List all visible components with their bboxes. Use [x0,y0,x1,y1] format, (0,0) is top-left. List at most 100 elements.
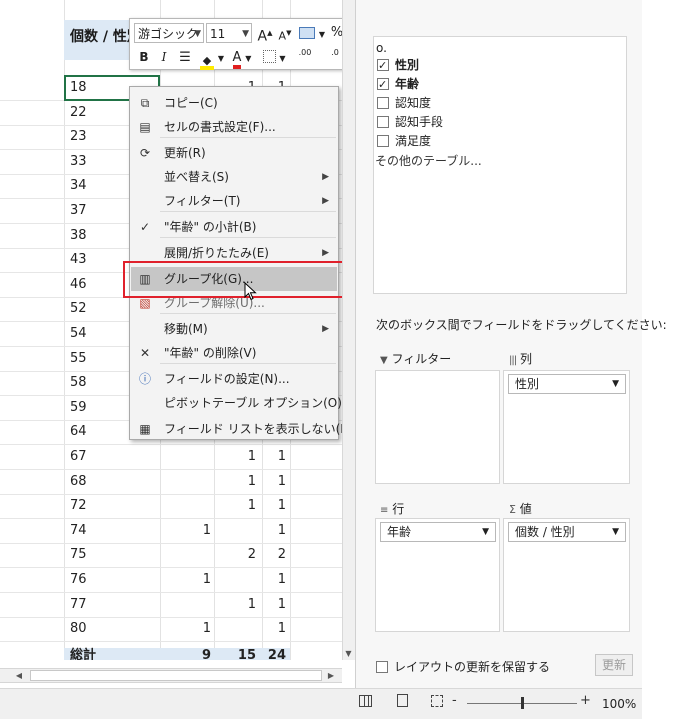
field-checkbox[interactable] [377,97,389,109]
field-item[interactable]: 性別 [377,55,419,76]
menu-item-4[interactable]: 並べ替え(S) ▶ [131,165,337,189]
cell-count-male[interactable] [232,519,256,543]
cell-count-total[interactable]: 2 [262,543,286,567]
zoom-level[interactable]: 100% [602,697,636,711]
menu-item-13[interactable]: ピボットテーブル オプション(O)... [131,391,353,415]
cell-count-male[interactable]: 2 [232,543,256,567]
menu-item-3[interactable]: ⟳ 更新(R) [131,141,337,165]
row-label-age[interactable]: 72 [70,494,87,518]
row-label-age[interactable]: 67 [70,445,87,469]
row-label-age[interactable]: 74 [70,519,87,543]
cell-count-male[interactable]: 1 [232,470,256,494]
cell-count-total[interactable]: 1 [262,568,286,592]
row-label-age[interactable]: 54 [70,322,87,346]
row-label-age[interactable]: 22 [70,101,87,125]
menu-item-10[interactable]: 移動(M) ▶ [131,317,337,341]
columns-drop-area[interactable]: 性別 ▼ [503,370,630,484]
cell-count-total[interactable]: 1 [262,445,286,469]
cell-count-female[interactable] [187,593,211,617]
field-item[interactable]: 認知度 [377,93,431,113]
row-label-age[interactable]: 68 [70,470,87,494]
menu-item-5[interactable]: フィルター(T) ▶ [131,189,337,213]
increase-decimal-button[interactable]: .00 [292,47,318,67]
menu-item-11[interactable]: ✕ "年齢" の削除(V) [131,341,337,365]
row-label-age[interactable]: 52 [70,297,87,321]
cell-count-female[interactable] [187,494,211,518]
defer-update-checkbox[interactable] [376,661,388,673]
row-label-age[interactable]: 77 [70,593,87,617]
row-label-age[interactable]: 75 [70,543,87,567]
row-label-age[interactable]: 59 [70,396,87,420]
menu-item-14[interactable]: ▦ フィールド リストを表示しない(D) [131,417,354,441]
field-item[interactable]: 年齢 [377,74,419,95]
row-label-age[interactable]: 58 [70,371,87,395]
cell-count-female[interactable]: 1 [187,617,211,641]
page-break-view-icon[interactable] [428,694,446,712]
row-label-age[interactable]: 46 [70,273,87,297]
cell-count-total[interactable]: 1 [262,617,286,641]
values-drop-area[interactable]: 個数 / 性別 ▼ [503,518,630,632]
cell-count-male[interactable]: 1 [232,445,256,469]
menu-item-12[interactable]: ⓘ フィールドの設定(N)... [131,367,337,391]
update-button[interactable]: 更新 [595,654,633,676]
center-align-button[interactable]: ☰ [176,47,194,67]
zoom-in-button[interactable]: + [580,693,591,708]
scroll-down-arrow-icon[interactable]: ▼ [342,648,355,660]
cell-count-female[interactable] [187,470,211,494]
row-label-age[interactable]: 37 [70,199,87,223]
rows-field-pill[interactable]: 年齢 ▼ [380,522,496,542]
row-label-age[interactable]: 80 [70,617,87,641]
field-checkbox[interactable] [377,135,389,147]
decrease-font-button[interactable]: A▼ [276,23,294,43]
cell-count-female[interactable]: 1 [187,519,211,543]
cell-count-female[interactable] [187,445,211,469]
cell-count-total[interactable]: 1 [262,593,286,617]
scroll-left-arrow-icon[interactable]: ◀ [12,669,26,682]
italic-button[interactable]: I [156,47,172,67]
cell-count-total[interactable]: 1 [262,519,286,543]
columns-field-pill[interactable]: 性別 ▼ [508,374,626,394]
row-label-age[interactable]: 33 [70,150,87,174]
row-label-age[interactable]: 38 [70,224,87,248]
rows-drop-area[interactable]: 年齢 ▼ [375,518,500,632]
row-label-age[interactable]: 55 [70,347,87,371]
increase-font-button[interactable]: A▲ [256,23,274,45]
fill-color-button[interactable]: ◆ ▼ [198,47,226,70]
zoom-out-button[interactable]: - [452,693,457,708]
cell-count-male[interactable] [232,617,256,641]
values-field-pill[interactable]: 個数 / 性別 ▼ [508,522,626,542]
row-label-age[interactable]: 34 [70,174,87,198]
normal-view-icon[interactable] [356,694,374,712]
menu-item-1[interactable]: ⧉ コピー(C) [131,91,337,115]
row-label-age[interactable]: 76 [70,568,87,592]
font-color-button[interactable]: A ▼ [228,47,256,69]
filter-drop-area[interactable] [375,370,500,484]
row-label-age[interactable]: 43 [70,248,87,272]
field-checkbox[interactable] [377,116,389,128]
scroll-right-arrow-icon[interactable]: ▶ [324,669,338,682]
cell-count-male[interactable] [232,568,256,592]
menu-item-2[interactable]: ▤ セルの書式設定(F)... [131,115,337,139]
row-label-age[interactable]: 64 [70,420,87,444]
cell-count-female[interactable] [187,543,211,567]
vertical-scrollbar[interactable] [342,0,355,660]
zoom-slider-thumb[interactable] [521,697,524,709]
cell-count-female[interactable]: 1 [187,568,211,592]
menu-item-6[interactable]: ✓ "年齢" の小計(B) [131,215,337,239]
cell-count-male[interactable]: 1 [232,593,256,617]
field-item[interactable]: 認知手段 [377,112,443,132]
font-size-combo[interactable]: 11 ▼ [206,23,252,43]
field-checkbox[interactable] [377,56,389,76]
field-checkbox[interactable] [377,75,389,95]
defer-update-row[interactable]: レイアウトの更新を保留する [376,658,550,675]
more-tables-link[interactable]: その他のテーブル... [375,151,482,171]
horizontal-scrollbar[interactable]: ◀ ▶ [0,668,342,683]
cell-count-total[interactable]: 1 [262,494,286,518]
cell-count-total[interactable]: 1 [262,470,286,494]
row-label-age[interactable]: 23 [70,125,87,149]
bold-button[interactable]: B [136,47,152,67]
number-format-button[interactable]: ▼ [298,23,326,43]
borders-button[interactable]: ▼ [260,47,288,67]
cell-count-male[interactable]: 1 [232,494,256,518]
font-name-combo[interactable]: 游ゴシック ▼ [134,23,204,43]
